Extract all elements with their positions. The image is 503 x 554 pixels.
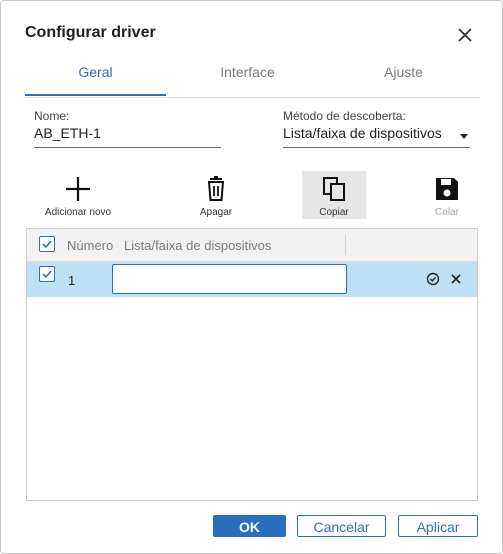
column-header-number[interactable]: Número bbox=[67, 238, 113, 253]
device-list-grid: Número Lista/faixa de dispositivos 1 bbox=[26, 228, 478, 501]
tabs-divider bbox=[25, 97, 480, 98]
dialog-title: Configurar driver bbox=[25, 24, 156, 41]
copy-icon bbox=[302, 175, 366, 203]
column-separator bbox=[345, 235, 346, 255]
configure-driver-dialog: Configurar driver Geral Interface Ajuste… bbox=[0, 0, 503, 554]
delete-label: Apagar bbox=[199, 207, 233, 218]
copy-button[interactable]: Copiar bbox=[302, 171, 366, 219]
delete-button[interactable]: Apagar bbox=[184, 171, 248, 219]
name-label: Nome: bbox=[34, 109, 70, 123]
ok-button[interactable]: OK bbox=[213, 515, 286, 537]
name-field-underline bbox=[34, 147, 221, 148]
name-field[interactable]: AB_ETH-1 bbox=[34, 125, 101, 141]
discovery-method-underline bbox=[283, 147, 470, 148]
discovery-method-label: Método de descoberta: bbox=[283, 109, 406, 123]
tab-interface[interactable]: Interface bbox=[177, 57, 318, 95]
device-list-input[interactable] bbox=[112, 264, 347, 294]
cancel-icon[interactable] bbox=[448, 271, 464, 287]
plus-icon bbox=[46, 175, 110, 203]
grid-header: Número Lista/faixa de dispositivos bbox=[27, 229, 477, 262]
row-checkbox[interactable] bbox=[39, 266, 55, 282]
select-all-checkbox[interactable] bbox=[39, 236, 55, 252]
trash-icon bbox=[184, 175, 248, 203]
paste-button[interactable]: Colar bbox=[415, 171, 479, 219]
close-icon[interactable] bbox=[456, 26, 474, 44]
tab-geral[interactable]: Geral bbox=[25, 57, 166, 95]
column-header-device-list[interactable]: Lista/faixa de dispositivos bbox=[124, 238, 271, 253]
tab-ajuste[interactable]: Ajuste bbox=[333, 57, 474, 95]
confirm-icon[interactable] bbox=[425, 271, 441, 287]
apply-button[interactable]: Aplicar bbox=[398, 515, 478, 537]
cancel-button[interactable]: Cancelar bbox=[297, 515, 386, 537]
paste-label: Colar bbox=[435, 207, 459, 218]
copy-label: Copiar bbox=[319, 207, 349, 218]
table-row[interactable]: 1 bbox=[27, 262, 477, 297]
discovery-method-select[interactable]: Lista/faixa de dispositivos bbox=[283, 125, 442, 141]
tab-bar: Geral Interface Ajuste bbox=[25, 57, 480, 97]
save-icon bbox=[415, 175, 479, 203]
active-tab-indicator bbox=[25, 94, 166, 96]
add-new-button[interactable]: Adicionar novo bbox=[45, 171, 111, 219]
row-number: 1 bbox=[68, 273, 76, 288]
add-new-label: Adicionar novo bbox=[44, 207, 112, 218]
chevron-down-icon[interactable] bbox=[460, 134, 468, 139]
